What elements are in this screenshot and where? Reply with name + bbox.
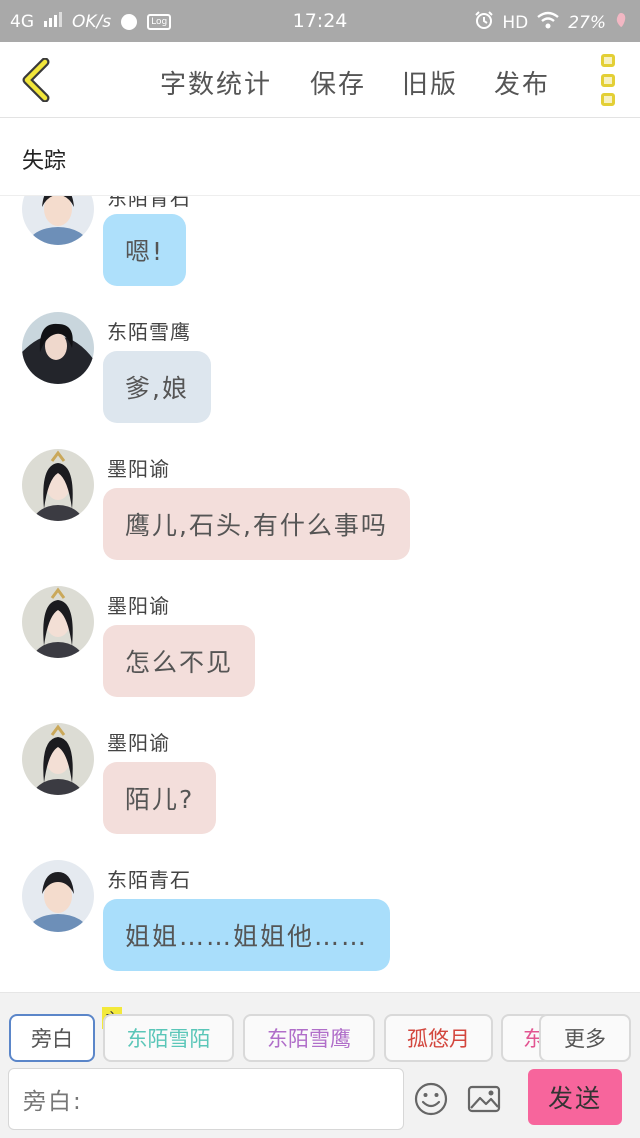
- sender-name: 墨阳谕: [107, 457, 170, 481]
- message-list[interactable]: 东陌青石 嗯! 东陌雪鹰 爹,娘 墨阳谕 鹰儿,石头,有什么事吗 墨阳谕 怎么不…: [0, 196, 640, 992]
- message-text: 嗯!: [125, 237, 165, 266]
- character-chip-1[interactable]: 东陌雪陌: [103, 1014, 234, 1062]
- top-toolbar: 字数统计 保存 旧版 发布: [0, 42, 640, 118]
- message-text: 陌儿?: [125, 785, 195, 814]
- word-count-button[interactable]: 字数统计: [160, 64, 272, 101]
- chapter-title-bar[interactable]: 失踪: [0, 118, 640, 196]
- emoji-button[interactable]: [413, 1081, 449, 1117]
- chip-label: 旁白: [31, 1027, 73, 1051]
- message-text: 怎么不见: [125, 648, 234, 677]
- message-bubble[interactable]: 嗯!: [103, 214, 187, 286]
- dark-hair-avatar[interactable]: [22, 312, 94, 384]
- chip-label: 东陌雪鹰: [267, 1027, 351, 1051]
- more-menu-button[interactable]: [598, 54, 618, 106]
- smile-icon: [414, 1082, 448, 1116]
- character-chip-narration[interactable]: 旁白: [9, 1014, 95, 1062]
- battery-level: 27%: [568, 12, 606, 33]
- image-icon: [467, 1085, 501, 1113]
- publish-button[interactable]: 发布: [494, 64, 550, 101]
- character-chip-3[interactable]: 孤悠月: [384, 1014, 493, 1062]
- menu-dot-icon: [601, 93, 615, 106]
- chapter-title: 失踪: [22, 149, 67, 174]
- status-bar: 4G OK/s Log 17:24 HD 27%: [0, 0, 640, 42]
- message-text: 爹,娘: [125, 374, 189, 403]
- woman-avatar[interactable]: [22, 449, 94, 521]
- woman-avatar[interactable]: [22, 723, 94, 795]
- more-characters-button[interactable]: 更多: [539, 1014, 631, 1062]
- send-button[interactable]: 发送: [528, 1069, 622, 1125]
- sender-name: 东陌雪鹰: [107, 320, 191, 344]
- image-button[interactable]: [466, 1081, 502, 1117]
- sender-name: 东陌青石: [107, 196, 191, 210]
- message-bubble[interactable]: 怎么不见: [103, 625, 256, 697]
- battery-icon: [614, 11, 628, 34]
- old-version-button[interactable]: 旧版: [402, 64, 458, 101]
- input-placeholder: 旁白:: [23, 1089, 83, 1115]
- message-text: 姐姐……姐姐他……: [125, 922, 369, 951]
- message-text: 鹰儿,石头,有什么事吗: [125, 511, 388, 540]
- menu-dot-icon: [601, 54, 615, 67]
- character-chip-2[interactable]: 东陌雪鹰: [243, 1014, 375, 1062]
- sender-name: 墨阳谕: [107, 594, 170, 618]
- message-input[interactable]: 旁白:: [8, 1068, 404, 1130]
- wifi-icon: [536, 11, 560, 34]
- menu-dot-icon: [601, 73, 615, 87]
- chip-label: 孤悠月: [407, 1027, 470, 1051]
- status-right: HD 27%: [474, 10, 628, 35]
- sender-name: 东陌青石: [107, 868, 191, 892]
- hd-indicator: HD: [502, 12, 529, 33]
- woman-avatar[interactable]: [22, 586, 94, 658]
- sender-name: 墨阳谕: [107, 731, 170, 755]
- message-bubble[interactable]: 鹰儿,石头,有什么事吗: [103, 488, 410, 560]
- alarm-icon: [474, 10, 494, 35]
- message-bubble[interactable]: 陌儿?: [103, 762, 217, 834]
- boy-avatar[interactable]: [22, 196, 94, 245]
- message-bubble[interactable]: 姐姐……姐姐他……: [103, 899, 391, 971]
- composer-panel: 旁白 主 东陌雪陌 东陌雪鹰 孤悠月 东 更多 旁白: 发送: [0, 992, 640, 1138]
- message-bubble[interactable]: 爹,娘: [103, 351, 211, 423]
- save-button[interactable]: 保存: [310, 64, 366, 101]
- chip-label: 东陌雪陌: [126, 1027, 211, 1051]
- back-arrow-icon: [22, 58, 50, 102]
- chip-label: 更多: [564, 1027, 606, 1051]
- boy-avatar[interactable]: [22, 860, 94, 932]
- back-button[interactable]: [14, 56, 58, 104]
